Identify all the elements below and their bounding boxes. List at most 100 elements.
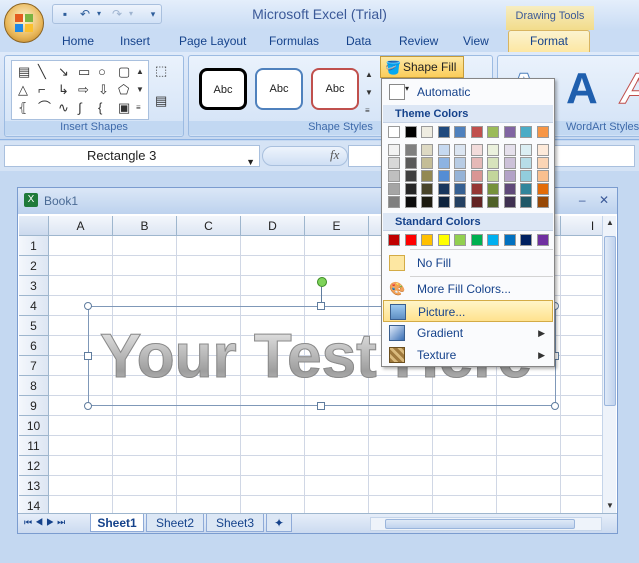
standard-color-swatch[interactable] [454, 234, 466, 246]
theme-shade-swatch[interactable] [470, 183, 483, 195]
tab-page-layout[interactable]: Page Layout [179, 34, 246, 48]
row-header-7[interactable]: 7 [19, 356, 49, 376]
row-header-4[interactable]: 4 [19, 296, 49, 316]
theme-shade-swatch[interactable] [388, 144, 400, 156]
standard-color-swatch[interactable] [437, 234, 450, 246]
column-header-c[interactable]: C [177, 216, 241, 236]
styles-scroll-down-icon[interactable]: ▼ [365, 86, 373, 100]
tab-insert[interactable]: Insert [120, 34, 150, 48]
theme-shade-swatch[interactable] [470, 144, 483, 156]
column-header-b[interactable]: B [113, 216, 177, 236]
standard-color-swatch[interactable] [404, 234, 417, 246]
theme-color-swatch[interactable] [437, 126, 450, 138]
theme-color-swatch[interactable] [454, 126, 466, 138]
menu-item-gradient[interactable]: Gradient ▶ [383, 322, 553, 344]
horizontal-scrollbar[interactable] [370, 517, 602, 531]
row-header-2[interactable]: 2 [19, 256, 49, 276]
theme-shade-swatch[interactable] [520, 183, 532, 195]
theme-shade-swatch[interactable] [437, 183, 450, 195]
theme-shade-swatch[interactable] [520, 144, 532, 156]
resize-handle-top[interactable] [317, 302, 325, 310]
theme-shade-swatch[interactable] [404, 144, 417, 156]
theme-shade-swatch[interactable] [404, 183, 417, 195]
arrow-line-shape-icon[interactable]: ↘ [58, 65, 69, 79]
rectangle-shape-icon[interactable]: ▭ [78, 65, 90, 79]
insert-function-icon[interactable]: fx [330, 147, 339, 163]
menu-item-texture[interactable]: Texture ▶ [383, 344, 553, 366]
tab-formulas[interactable]: Formulas [269, 34, 319, 48]
theme-shade-swatch[interactable] [454, 144, 466, 156]
row-header-12[interactable]: 12 [19, 456, 49, 476]
theme-shade-swatch[interactable] [503, 196, 516, 208]
row-header-9[interactable]: 9 [19, 396, 49, 416]
standard-color-swatch[interactable] [487, 234, 499, 246]
down-arrow-shape-icon[interactable]: ⇩ [98, 83, 109, 97]
text-box-shape-icon[interactable]: ▤ [18, 65, 30, 79]
scroll-down-icon[interactable]: ▼ [603, 499, 617, 513]
tab-data[interactable]: Data [346, 34, 371, 48]
theme-shade-swatch[interactable] [487, 157, 499, 169]
standard-color-swatch[interactable] [536, 234, 549, 246]
standard-color-swatch[interactable] [520, 234, 532, 246]
tab-review[interactable]: Review [399, 34, 438, 48]
theme-color-swatch[interactable] [520, 126, 532, 138]
theme-shade-swatch[interactable] [503, 183, 516, 195]
row-header-10[interactable]: 10 [19, 416, 49, 436]
theme-shade-swatch[interactable] [388, 183, 400, 195]
theme-color-swatch[interactable] [536, 126, 549, 138]
rotation-handle[interactable] [317, 277, 327, 287]
column-header-d[interactable]: D [241, 216, 305, 236]
theme-shade-swatch[interactable] [487, 183, 499, 195]
select-all-button[interactable] [19, 216, 49, 236]
row-header-11[interactable]: 11 [19, 436, 49, 456]
theme-shade-swatch[interactable] [437, 144, 450, 156]
oval-shape-icon[interactable]: ○ [98, 65, 106, 79]
theme-shade-swatch[interactable] [470, 157, 483, 169]
curve-shape-icon[interactable]: ⌒ [38, 101, 51, 115]
name-box[interactable]: Rectangle 3 ▼ [4, 145, 260, 167]
standard-color-swatch[interactable] [470, 234, 483, 246]
column-header-i[interactable]: I [561, 216, 602, 236]
insert-sheet-icon[interactable]: ✦ [266, 514, 292, 532]
theme-shade-swatch[interactable] [404, 157, 417, 169]
minimize-icon[interactable]: – [579, 193, 586, 207]
row-header-6[interactable]: 6 [19, 336, 49, 356]
theme-shade-swatch[interactable] [503, 144, 516, 156]
theme-shade-swatch[interactable] [520, 196, 532, 208]
vertical-scrollbar[interactable]: ▲ ▼ [602, 216, 616, 513]
theme-shade-swatch[interactable] [536, 183, 549, 195]
styles-more-icon[interactable]: ≡ [365, 104, 370, 118]
sheet-tab-sheet2[interactable]: Sheet2 [146, 514, 204, 532]
row-header-5[interactable]: 5 [19, 316, 49, 336]
theme-shade-swatch[interactable] [388, 157, 400, 169]
theme-shade-swatch[interactable] [421, 196, 433, 208]
theme-color-swatch[interactable] [503, 126, 516, 138]
theme-shade-swatch[interactable] [454, 196, 466, 208]
gallery-scroll-down-icon[interactable]: ▼ [136, 83, 144, 97]
gallery-scroll-up-icon[interactable]: ▲ [136, 65, 144, 79]
theme-shade-swatch[interactable] [421, 183, 433, 195]
freeform-shape-icon[interactable]: ∿ [58, 101, 69, 115]
name-box-dropdown-icon[interactable]: ▼ [246, 152, 255, 172]
menu-item-picture[interactable]: Picture... [383, 300, 553, 322]
scroll-up-icon[interactable]: ▲ [603, 216, 617, 230]
elbow-shape-icon[interactable]: ⌐ [38, 83, 46, 97]
shape-style-black[interactable]: Abc [199, 68, 247, 110]
theme-shade-swatch[interactable] [503, 170, 516, 182]
tab-format[interactable]: Format [508, 30, 590, 52]
resize-handle-top-left[interactable] [84, 302, 92, 310]
gallery-more-icon[interactable]: ≡ [136, 101, 141, 115]
shape-style-blue[interactable]: Abc [255, 68, 303, 110]
resize-handle-bottom[interactable] [317, 402, 325, 410]
theme-shade-swatch[interactable] [437, 196, 450, 208]
brace-shape-icon[interactable]: { [98, 101, 102, 115]
sheet-tab-sheet1[interactable]: Sheet1 [90, 514, 144, 532]
row-header-14[interactable]: 14 [19, 496, 49, 513]
theme-shade-swatch[interactable] [404, 196, 417, 208]
theme-shade-swatch[interactable] [404, 170, 417, 182]
theme-shade-swatch[interactable] [487, 196, 499, 208]
tab-view[interactable]: View [463, 34, 489, 48]
resize-handle-bottom-right[interactable] [551, 402, 559, 410]
scribble-shape-icon[interactable]: ∫ [78, 101, 82, 115]
row-header-13[interactable]: 13 [19, 476, 49, 496]
